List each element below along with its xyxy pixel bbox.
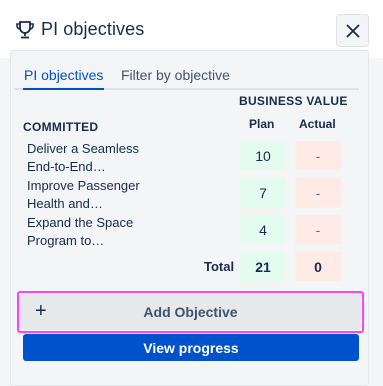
actual-column-header: Actual [299,117,336,131]
objective-name[interactable]: Deliver a Seamless End-to-End… [27,140,157,176]
objective-name[interactable]: Improve Passenger Health and… [27,177,157,213]
plan-value: 10 [240,141,286,170]
objective-name-line: Expand the Space [27,215,134,230]
trophy-icon [15,20,35,40]
total-plan-value: 21 [240,252,286,281]
committed-section-label: COMMITTED [23,120,99,134]
objective-name-line: Program to… [27,233,105,248]
add-objective-label: Add Objective [143,304,238,320]
actual-value: - [295,141,341,170]
business-value-header: BUSINESS VALUE [239,94,348,108]
panel-title: PI objectives [41,19,145,39]
objective-name-line: Deliver a Seamless [27,141,139,156]
objective-name-line: End-to-End… [27,159,106,174]
objective-name-line: Health and… [27,196,103,211]
objective-name-line: Improve Passenger [27,178,140,193]
plan-value: 4 [240,215,286,244]
close-icon [345,23,360,38]
view-progress-button[interactable]: View progress [23,334,359,361]
plan-value: 7 [240,178,286,207]
plan-column-header: Plan [249,117,275,131]
actual-value: - [295,215,341,244]
add-objective-button[interactable]: + Add Objective [20,294,361,330]
objective-name[interactable]: Expand the Space Program to… [27,214,157,250]
close-button[interactable] [336,14,369,47]
tab-filter-by-objective[interactable]: Filter by objective [121,66,230,88]
tab-pi-objectives[interactable]: PI objectives [23,66,105,90]
total-actual-value: 0 [295,252,341,281]
actual-value: - [295,178,341,207]
tab-bar: PI objectives Filter by objective [14,66,359,90]
total-label: Total [204,259,235,274]
